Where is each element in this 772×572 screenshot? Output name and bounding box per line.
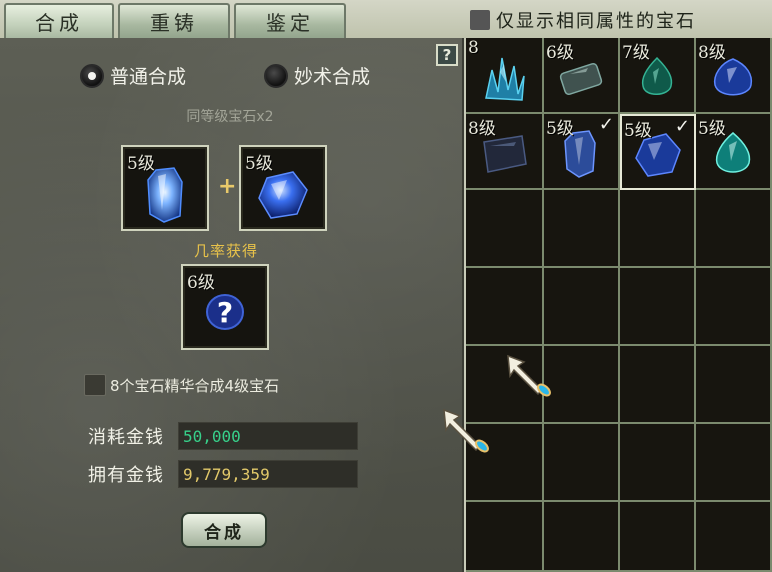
plus-sign: +: [218, 174, 237, 199]
inventory-slot-empty[interactable]: [466, 268, 544, 346]
inventory-slot-level: 8级: [698, 43, 726, 63]
inventory-slot-empty[interactable]: [544, 346, 620, 424]
inventory-slot-2[interactable]: 6级: [544, 38, 620, 114]
inventory-slot-7[interactable]: 5级 ✓: [620, 114, 696, 190]
owned-money-row: 拥有金钱 9,779,359: [88, 460, 358, 488]
inventory-slot-5[interactable]: 8级: [466, 114, 544, 190]
inventory-slot-empty[interactable]: [620, 424, 696, 502]
inventory-slot-empty[interactable]: [466, 502, 544, 572]
inventory-slot-empty[interactable]: [466, 190, 544, 268]
essence-label: 8个宝石精华合成4级宝石: [110, 376, 280, 395]
combine-button[interactable]: 合成: [181, 512, 267, 548]
radio-skill-icon[interactable]: [264, 63, 288, 88]
top-bar: 合成 重铸 鉴定 仅显示相同属性的宝石: [0, 0, 772, 38]
same-attribute-filter[interactable]: 仅显示相同属性的宝石: [470, 8, 696, 32]
inventory-slot-8[interactable]: 5级: [696, 114, 772, 190]
inventory-slot-empty[interactable]: [620, 502, 696, 572]
inventory-slot-empty[interactable]: [620, 268, 696, 346]
tab-recast[interactable]: 重铸: [118, 3, 230, 38]
filter-label: 仅显示相同属性的宝石: [496, 11, 696, 32]
gem-inventory-grid: 8 6级 7级 8级 8级 5级 ✓ 5级 ✓ 5级: [466, 38, 772, 572]
inventory-slot-empty[interactable]: [544, 268, 620, 346]
inventory-slot-empty[interactable]: [696, 268, 772, 346]
inventory-slot-level: 5级: [624, 121, 652, 141]
cost-row: 消耗金钱 50,000: [88, 422, 358, 450]
inventory-slot-1[interactable]: 8: [466, 38, 544, 114]
mode-normal-label: 普通合成: [110, 66, 187, 88]
inventory-slot-level: 6级: [546, 43, 574, 63]
mode-skill[interactable]: 妙术合成: [264, 62, 370, 89]
inventory-slot-level: 8: [468, 38, 479, 58]
inventory-slot-empty[interactable]: [544, 424, 620, 502]
inventory-slot-level: 5级: [698, 119, 726, 139]
essence-combine-option[interactable]: 8个宝石精华合成4级宝石: [84, 374, 279, 396]
arrow-cursor-icon: [507, 354, 551, 397]
inventory-slot-empty[interactable]: [696, 502, 772, 572]
requirement-text: 同等级宝石x2: [186, 109, 274, 125]
inventory-slot-4[interactable]: 8级: [696, 38, 772, 114]
slate-bar-gem-icon: [559, 62, 603, 95]
inventory-slot-3[interactable]: 7级: [620, 38, 696, 114]
inventory-slot-empty[interactable]: [696, 424, 772, 502]
inventory-slot-6[interactable]: 5级 ✓: [544, 114, 620, 190]
inventory-slot-level: 7级: [622, 43, 650, 63]
mode-skill-label: 妙术合成: [294, 66, 371, 88]
teal-cluster-gem-icon: [485, 57, 525, 101]
inventory-slot-empty[interactable]: [696, 190, 772, 268]
inventory-slot-empty[interactable]: [696, 346, 772, 424]
result-slot: 6级 ?: [181, 264, 269, 350]
probability-label: 几率获得: [193, 242, 258, 260]
help-button[interactable]: ?: [436, 44, 458, 66]
inventory-slot-empty[interactable]: [620, 346, 696, 424]
selected-check-icon: ✓: [674, 116, 690, 137]
tab-identify[interactable]: 鉴定: [234, 3, 346, 38]
radio-normal-icon[interactable]: [80, 63, 104, 88]
arrow-cursor-icon: [443, 408, 489, 453]
inventory-slot-level: 5级: [546, 119, 574, 139]
inventory-slot-empty[interactable]: [544, 190, 620, 268]
selected-check-icon: ✓: [598, 114, 614, 135]
mode-normal[interactable]: 普通合成: [80, 62, 186, 89]
cost-label: 消耗金钱: [88, 427, 164, 448]
blue-sapphire-gem-icon: [258, 170, 308, 219]
filter-checkbox[interactable]: [470, 10, 490, 30]
inventory-slot-empty[interactable]: [544, 502, 620, 572]
inventory-slot-empty[interactable]: [620, 190, 696, 268]
blue-crystal-gem-icon: [147, 166, 183, 223]
essence-checkbox[interactable]: [84, 374, 106, 396]
input-slot-1[interactable]: 5级: [121, 145, 209, 231]
inventory-slot-level: 8级: [468, 119, 496, 139]
input-slot-2[interactable]: 5级: [239, 145, 327, 231]
cost-value: 50,000: [178, 422, 358, 450]
tab-combine[interactable]: 合成: [4, 3, 114, 38]
owned-money-label: 拥有金钱: [88, 465, 164, 486]
owned-money-value: 9,779,359: [178, 460, 358, 488]
unknown-result-mark: ?: [216, 296, 234, 329]
